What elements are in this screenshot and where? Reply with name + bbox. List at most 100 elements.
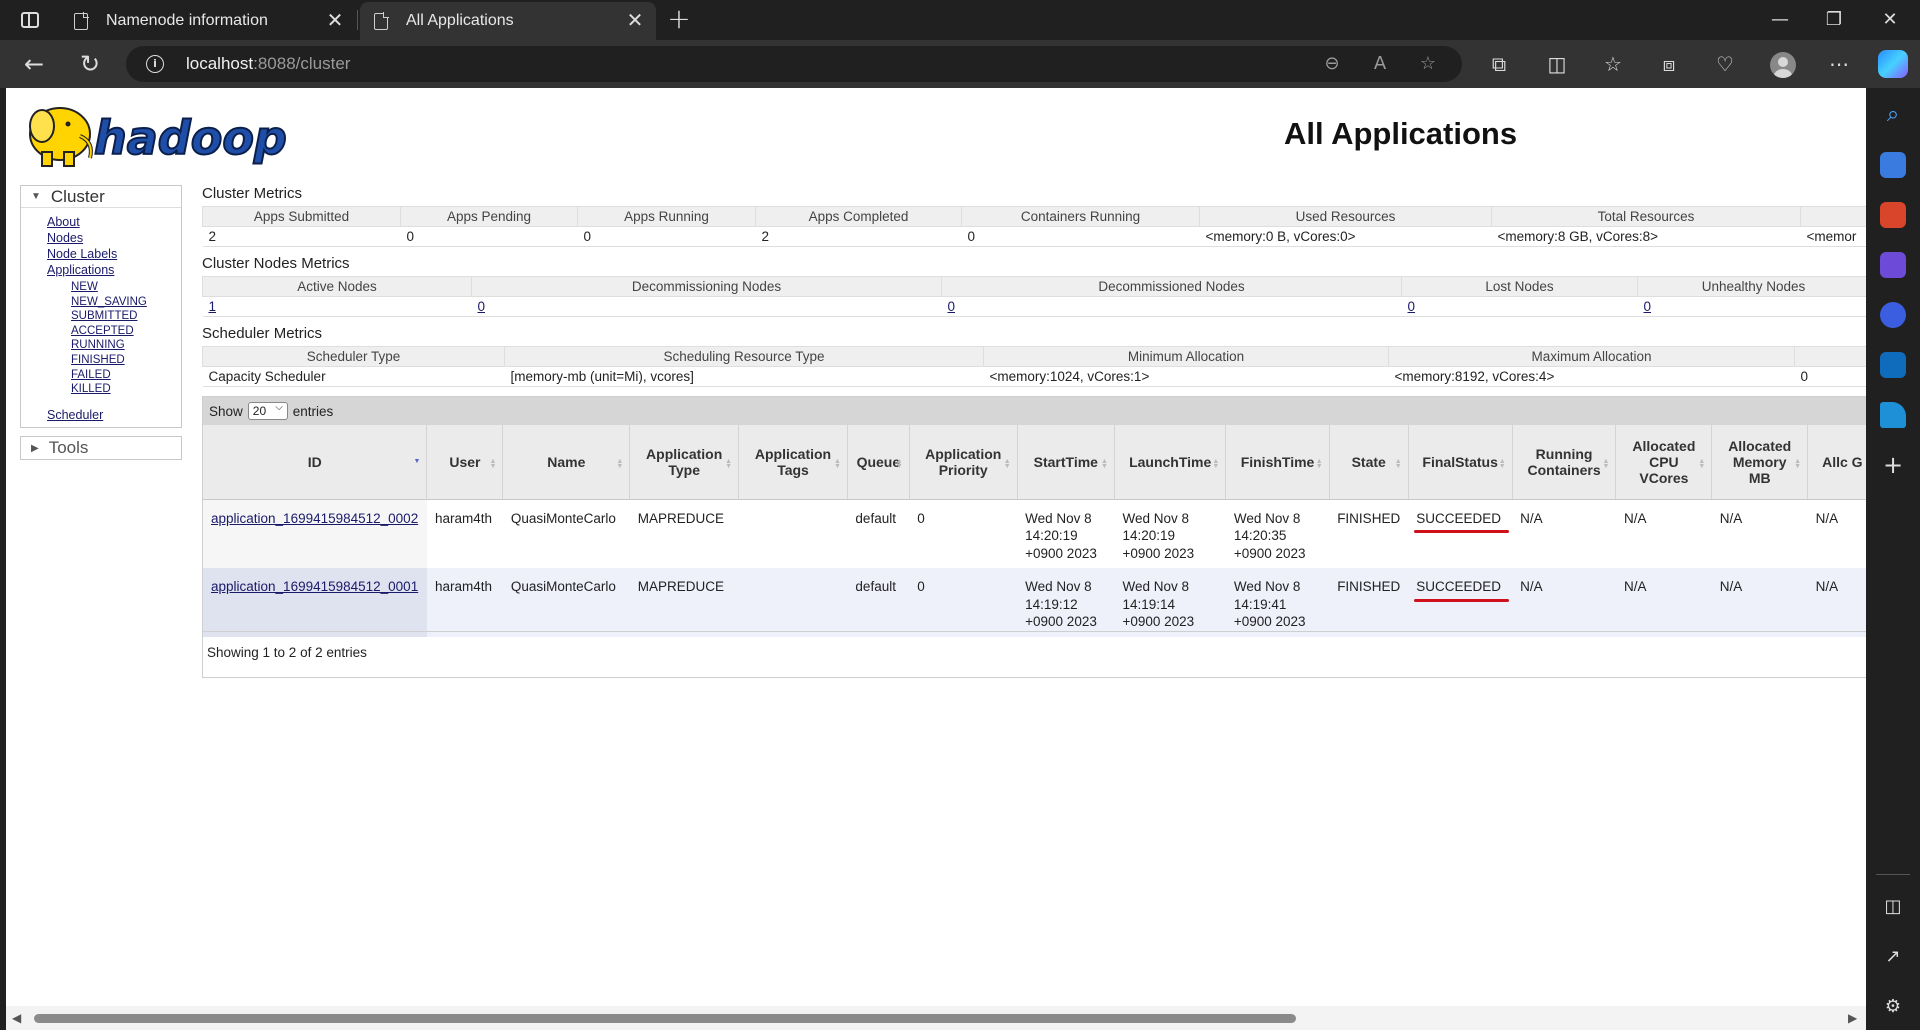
hide-sidebar-icon[interactable]: ◫: [1880, 894, 1906, 920]
nav-link-applications[interactable]: Applications: [47, 262, 181, 278]
zoom-out-icon[interactable]: ⊖: [1318, 52, 1346, 76]
close-icon[interactable]: ✕: [624, 10, 646, 32]
launch-time-cell: Wed Nov 8 14:20:19 +0900 2023: [1114, 499, 1226, 568]
active-nodes-link[interactable]: 1: [209, 299, 217, 314]
page-icon: [74, 11, 89, 30]
shopping-icon[interactable]: [1880, 152, 1906, 178]
settings-gear-icon[interactable]: ⚙: [1880, 994, 1906, 1020]
decommissioned-nodes-link[interactable]: 0: [948, 299, 956, 314]
col-header-launch-time[interactable]: LaunchTime ▲ ▼: [1114, 425, 1227, 500]
col-header-application-priority[interactable]: Application Priority ▲ ▼: [909, 425, 1018, 500]
games-icon[interactable]: [1880, 252, 1906, 278]
drop-icon[interactable]: [1880, 402, 1906, 428]
tab-actions-icon[interactable]: [12, 6, 48, 34]
decommissioning-nodes-link[interactable]: 0: [478, 299, 486, 314]
close-icon[interactable]: ✕: [324, 10, 346, 32]
horizontal-scrollbar[interactable]: ◀ ▶: [6, 1006, 1866, 1030]
user-cell: haram4th: [426, 568, 503, 637]
microsoft-365-icon[interactable]: [1880, 302, 1906, 328]
browser-toolbar: ← ↻ i localhost:8088/cluster ⊖ A ☆ ⧉ ◫ ☆…: [0, 40, 1920, 88]
minimum-allocation-value: <memory:1024, vCores:1>: [983, 366, 1389, 387]
col-header-allocated-gpus[interactable]: Allc G: [1807, 425, 1866, 500]
application-id-link[interactable]: application_1699415984512_0002: [211, 511, 418, 526]
application-id-link[interactable]: application_1699415984512_0001: [211, 579, 418, 594]
nav-link-new[interactable]: NEW: [71, 280, 181, 295]
extensions-icon[interactable]: ⧉: [1482, 48, 1516, 80]
name-cell: QuasiMonteCarlo: [502, 499, 630, 568]
favorites-icon[interactable]: ☆: [1596, 48, 1630, 80]
nav-link-new-saving[interactable]: NEW_SAVING: [71, 295, 181, 310]
col-header-allocated-memory-mb[interactable]: Allocated Memory MB ▲ ▼: [1711, 425, 1809, 500]
page-icon: [374, 11, 389, 30]
header-decommissioning-nodes: Decommissioning Nodes: [471, 276, 942, 297]
queue-cell: default: [847, 499, 910, 568]
sort-icon: ▲ ▼: [1003, 458, 1011, 470]
refresh-button[interactable]: ↻: [72, 48, 108, 80]
address-bar[interactable]: i localhost:8088/cluster ⊖ A ☆: [126, 46, 1462, 82]
nav-link-nodes[interactable]: Nodes: [47, 230, 181, 246]
final-status-annotated: SUCCEEDED: [1414, 510, 1509, 533]
col-header-finish-time[interactable]: FinishTime ▲ ▼: [1225, 425, 1330, 500]
minimize-button[interactable]: —: [1752, 0, 1808, 40]
nav-link-killed[interactable]: KILLED: [71, 382, 181, 397]
date-line: Wed Nov 8: [1122, 510, 1190, 526]
col-header-start-time[interactable]: StartTime ▲ ▼: [1017, 425, 1115, 500]
tab-all-applications[interactable]: All Applications ✕: [360, 2, 656, 40]
profile-avatar[interactable]: [1770, 52, 1796, 78]
time-line: 14:19:12: [1025, 596, 1078, 612]
split-screen-icon[interactable]: ◫: [1540, 48, 1574, 80]
add-icon[interactable]: +: [1880, 452, 1906, 478]
window-close-button[interactable]: ✕: [1862, 0, 1918, 40]
col-header-state[interactable]: State ▲ ▼: [1329, 425, 1409, 500]
read-aloud-icon[interactable]: A: [1366, 52, 1394, 76]
col-header-application-tags[interactable]: Application Tags ▲ ▼: [738, 425, 848, 500]
time-line: 14:20:19: [1122, 528, 1176, 543]
open-external-icon[interactable]: ↗: [1880, 944, 1906, 970]
outlook-icon[interactable]: [1880, 352, 1906, 378]
scroll-right-icon[interactable]: ▶: [1848, 1011, 1857, 1025]
tools-nav-header[interactable]: ▶ Tools: [21, 437, 181, 459]
copilot-icon[interactable]: [1878, 50, 1908, 78]
nav-link-accepted[interactable]: ACCEPTED: [71, 324, 181, 339]
col-header-application-type[interactable]: Application Type ▲ ▼: [629, 425, 740, 500]
col-header-allocated-cpu-vcores[interactable]: Allocated CPU VCores ▲ ▼: [1615, 425, 1713, 500]
nav-link-running[interactable]: RUNNING: [71, 338, 181, 353]
apps-completed-value: 2: [755, 226, 962, 247]
col-header-user[interactable]: User ▲ ▼: [426, 425, 504, 500]
tools-label: Tools: [48, 438, 89, 457]
tab-namenode-information[interactable]: Namenode information ✕: [60, 2, 356, 40]
browser-essentials-icon[interactable]: ♡: [1708, 48, 1742, 80]
table-row: application_1699415984512_0001 haram4th …: [203, 568, 1866, 637]
collections-icon[interactable]: ⧈: [1652, 48, 1686, 80]
nav-link-failed[interactable]: FAILED: [71, 368, 181, 383]
nav-link-submitted[interactable]: SUBMITTED: [71, 309, 181, 324]
info-icon[interactable]: i: [146, 55, 164, 73]
cluster-nav-header[interactable]: ▼ Cluster: [21, 186, 181, 208]
col-header-final-status[interactable]: FinalStatus ▲ ▼: [1408, 425, 1513, 500]
new-tab-button[interactable]: +: [664, 5, 694, 34]
header-minimum-allocation: Minimum Allocation: [983, 346, 1389, 367]
back-button[interactable]: ←: [16, 48, 52, 80]
restore-button[interactable]: ❐: [1806, 0, 1862, 40]
tools-icon[interactable]: [1880, 202, 1906, 228]
col-header-id[interactable]: ID ▼: [203, 425, 428, 500]
nav-link-finished[interactable]: FINISHED: [71, 353, 181, 368]
sort-icon: ▲ ▼: [489, 458, 497, 470]
col-header-running-containers[interactable]: Running Containers ▲ ▼: [1512, 425, 1617, 500]
lost-nodes-link[interactable]: 0: [1408, 299, 1416, 314]
time-line: 14:20:19: [1025, 528, 1078, 543]
nav-link-node-labels[interactable]: Node Labels: [47, 246, 181, 262]
unhealthy-nodes-link[interactable]: 0: [1644, 299, 1652, 314]
scroll-left-icon[interactable]: ◀: [12, 1011, 21, 1025]
nav-link-scheduler[interactable]: Scheduler: [47, 407, 181, 423]
scrollbar-thumb[interactable]: [34, 1014, 1296, 1023]
show-label: Show: [209, 403, 243, 419]
nav-link-about[interactable]: About: [47, 214, 181, 230]
col-header-queue[interactable]: Queue ▲ ▼: [847, 425, 910, 500]
favorite-star-icon[interactable]: ☆: [1414, 52, 1442, 76]
col-header-name[interactable]: Name ▲ ▼: [502, 425, 631, 500]
url-text[interactable]: localhost:8088/cluster: [186, 54, 350, 74]
page-size-select[interactable]: 20: [247, 402, 288, 420]
search-icon[interactable]: ⌕: [1880, 102, 1906, 128]
more-menu-icon[interactable]: ⋯: [1822, 48, 1856, 80]
